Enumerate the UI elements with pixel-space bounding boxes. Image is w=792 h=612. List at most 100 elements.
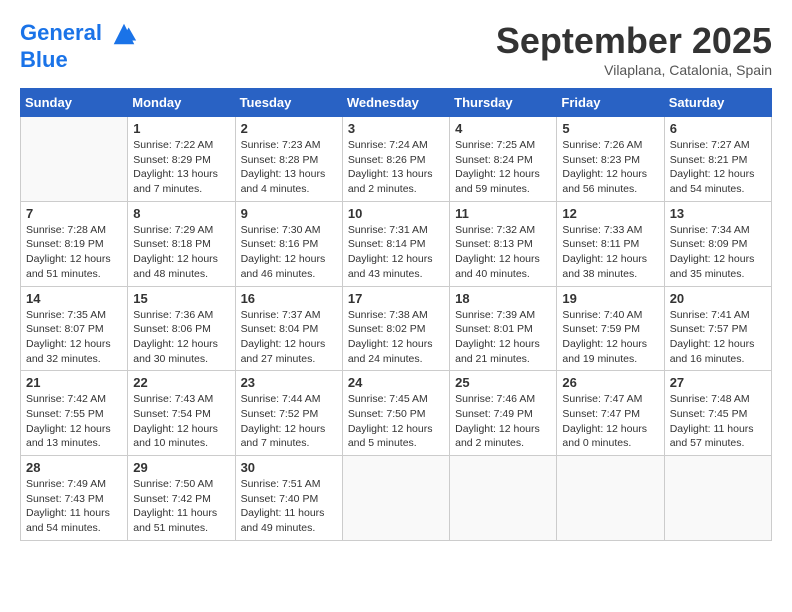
calendar-cell (664, 456, 771, 541)
day-number: 8 (133, 206, 229, 221)
location-subtitle: Vilaplana, Catalonia, Spain (496, 62, 772, 78)
day-info: Sunrise: 7:22 AM Sunset: 8:29 PM Dayligh… (133, 138, 229, 197)
calendar-table: SundayMondayTuesdayWednesdayThursdayFrid… (20, 88, 772, 541)
calendar-cell: 28 Sunrise: 7:49 AM Sunset: 7:43 PM Dayli… (21, 456, 128, 541)
calendar-week-row: 28 Sunrise: 7:49 AM Sunset: 7:43 PM Dayli… (21, 456, 772, 541)
day-info: Sunrise: 7:30 AM Sunset: 8:16 PM Dayligh… (241, 223, 337, 282)
day-info: Sunrise: 7:51 AM Sunset: 7:40 PM Dayligh… (241, 477, 337, 536)
day-info: Sunrise: 7:49 AM Sunset: 7:43 PM Dayligh… (26, 477, 122, 536)
day-info: Sunrise: 7:23 AM Sunset: 8:28 PM Dayligh… (241, 138, 337, 197)
calendar-cell: 8 Sunrise: 7:29 AM Sunset: 8:18 PM Daylig… (128, 201, 235, 286)
calendar-week-row: 21 Sunrise: 7:42 AM Sunset: 7:55 PM Dayli… (21, 371, 772, 456)
day-number: 7 (26, 206, 122, 221)
calendar-cell: 15 Sunrise: 7:36 AM Sunset: 8:06 PM Dayli… (128, 286, 235, 371)
day-info: Sunrise: 7:46 AM Sunset: 7:49 PM Dayligh… (455, 392, 551, 451)
day-number: 23 (241, 375, 337, 390)
day-info: Sunrise: 7:35 AM Sunset: 8:07 PM Dayligh… (26, 308, 122, 367)
day-number: 14 (26, 291, 122, 306)
calendar-week-row: 1 Sunrise: 7:22 AM Sunset: 8:29 PM Daylig… (21, 117, 772, 202)
calendar-cell: 30 Sunrise: 7:51 AM Sunset: 7:40 PM Dayli… (235, 456, 342, 541)
day-number: 29 (133, 460, 229, 475)
day-number: 17 (348, 291, 444, 306)
weekday-header-saturday: Saturday (664, 89, 771, 117)
calendar-cell: 17 Sunrise: 7:38 AM Sunset: 8:02 PM Dayli… (342, 286, 449, 371)
day-info: Sunrise: 7:31 AM Sunset: 8:14 PM Dayligh… (348, 223, 444, 282)
calendar-cell: 27 Sunrise: 7:48 AM Sunset: 7:45 PM Dayli… (664, 371, 771, 456)
day-number: 21 (26, 375, 122, 390)
day-info: Sunrise: 7:44 AM Sunset: 7:52 PM Dayligh… (241, 392, 337, 451)
day-number: 13 (670, 206, 766, 221)
day-number: 16 (241, 291, 337, 306)
day-number: 9 (241, 206, 337, 221)
calendar-cell: 22 Sunrise: 7:43 AM Sunset: 7:54 PM Dayli… (128, 371, 235, 456)
calendar-week-row: 14 Sunrise: 7:35 AM Sunset: 8:07 PM Dayli… (21, 286, 772, 371)
day-info: Sunrise: 7:32 AM Sunset: 8:13 PM Dayligh… (455, 223, 551, 282)
weekday-header-sunday: Sunday (21, 89, 128, 117)
calendar-cell (21, 117, 128, 202)
calendar-cell (450, 456, 557, 541)
calendar-cell: 13 Sunrise: 7:34 AM Sunset: 8:09 PM Dayli… (664, 201, 771, 286)
day-info: Sunrise: 7:36 AM Sunset: 8:06 PM Dayligh… (133, 308, 229, 367)
calendar-cell: 2Sunrise: 7:23 AM Sunset: 8:28 PM Daylig… (235, 117, 342, 202)
day-number: 1 (133, 121, 229, 136)
day-number: 4 (455, 121, 551, 136)
day-info: Sunrise: 7:37 AM Sunset: 8:04 PM Dayligh… (241, 308, 337, 367)
calendar-cell: 6Sunrise: 7:27 AM Sunset: 8:21 PM Daylig… (664, 117, 771, 202)
day-number: 24 (348, 375, 444, 390)
calendar-cell: 16 Sunrise: 7:37 AM Sunset: 8:04 PM Dayli… (235, 286, 342, 371)
day-info: Sunrise: 7:42 AM Sunset: 7:55 PM Dayligh… (26, 392, 122, 451)
calendar-cell: 10 Sunrise: 7:31 AM Sunset: 8:14 PM Dayli… (342, 201, 449, 286)
logo-text: General (20, 20, 138, 48)
calendar-cell: 25 Sunrise: 7:46 AM Sunset: 7:49 PM Dayli… (450, 371, 557, 456)
weekday-header-friday: Friday (557, 89, 664, 117)
calendar-header: SundayMondayTuesdayWednesdayThursdayFrid… (21, 89, 772, 117)
weekday-header-monday: Monday (128, 89, 235, 117)
day-number: 20 (670, 291, 766, 306)
logo-blue: Blue (20, 48, 138, 72)
calendar-cell: 9 Sunrise: 7:30 AM Sunset: 8:16 PM Daylig… (235, 201, 342, 286)
day-info: Sunrise: 7:33 AM Sunset: 8:11 PM Dayligh… (562, 223, 658, 282)
day-info: Sunrise: 7:26 AM Sunset: 8:23 PM Dayligh… (562, 138, 658, 197)
calendar-cell: 5 Sunrise: 7:26 AM Sunset: 8:23 PM Daylig… (557, 117, 664, 202)
day-info: Sunrise: 7:29 AM Sunset: 8:18 PM Dayligh… (133, 223, 229, 282)
day-number: 25 (455, 375, 551, 390)
calendar-cell: 19 Sunrise: 7:40 AM Sunset: 7:59 PM Dayli… (557, 286, 664, 371)
day-info: Sunrise: 7:34 AM Sunset: 8:09 PM Dayligh… (670, 223, 766, 282)
calendar-cell (557, 456, 664, 541)
calendar-cell: 4Sunrise: 7:25 AM Sunset: 8:24 PM Daylig… (450, 117, 557, 202)
weekday-header-wednesday: Wednesday (342, 89, 449, 117)
calendar-cell: 24Sunrise: 7:45 AM Sunset: 7:50 PM Dayli… (342, 371, 449, 456)
day-number: 10 (348, 206, 444, 221)
day-number: 3 (348, 121, 444, 136)
calendar-cell: 18 Sunrise: 7:39 AM Sunset: 8:01 PM Dayli… (450, 286, 557, 371)
day-number: 5 (562, 121, 658, 136)
day-info: Sunrise: 7:50 AM Sunset: 7:42 PM Dayligh… (133, 477, 229, 536)
title-block: September 2025 Vilaplana, Catalonia, Spa… (496, 20, 772, 78)
day-info: Sunrise: 7:48 AM Sunset: 7:45 PM Dayligh… (670, 392, 766, 451)
day-number: 28 (26, 460, 122, 475)
day-number: 19 (562, 291, 658, 306)
day-number: 27 (670, 375, 766, 390)
calendar-cell (342, 456, 449, 541)
day-info: Sunrise: 7:39 AM Sunset: 8:01 PM Dayligh… (455, 308, 551, 367)
day-info: Sunrise: 7:47 AM Sunset: 7:47 PM Dayligh… (562, 392, 658, 451)
day-info: Sunrise: 7:28 AM Sunset: 8:19 PM Dayligh… (26, 223, 122, 282)
weekday-header-thursday: Thursday (450, 89, 557, 117)
day-info: Sunrise: 7:40 AM Sunset: 7:59 PM Dayligh… (562, 308, 658, 367)
day-number: 26 (562, 375, 658, 390)
day-info: Sunrise: 7:24 AM Sunset: 8:26 PM Dayligh… (348, 138, 444, 197)
calendar-cell: 1 Sunrise: 7:22 AM Sunset: 8:29 PM Daylig… (128, 117, 235, 202)
calendar-cell: 29 Sunrise: 7:50 AM Sunset: 7:42 PM Dayli… (128, 456, 235, 541)
day-number: 18 (455, 291, 551, 306)
day-number: 12 (562, 206, 658, 221)
day-info: Sunrise: 7:43 AM Sunset: 7:54 PM Dayligh… (133, 392, 229, 451)
day-number: 11 (455, 206, 551, 221)
day-number: 22 (133, 375, 229, 390)
calendar-cell: 26 Sunrise: 7:47 AM Sunset: 7:47 PM Dayli… (557, 371, 664, 456)
day-number: 15 (133, 291, 229, 306)
day-number: 6 (670, 121, 766, 136)
calendar-cell: 14 Sunrise: 7:35 AM Sunset: 8:07 PM Dayli… (21, 286, 128, 371)
month-title: September 2025 (496, 20, 772, 62)
day-info: Sunrise: 7:38 AM Sunset: 8:02 PM Dayligh… (348, 308, 444, 367)
day-number: 30 (241, 460, 337, 475)
